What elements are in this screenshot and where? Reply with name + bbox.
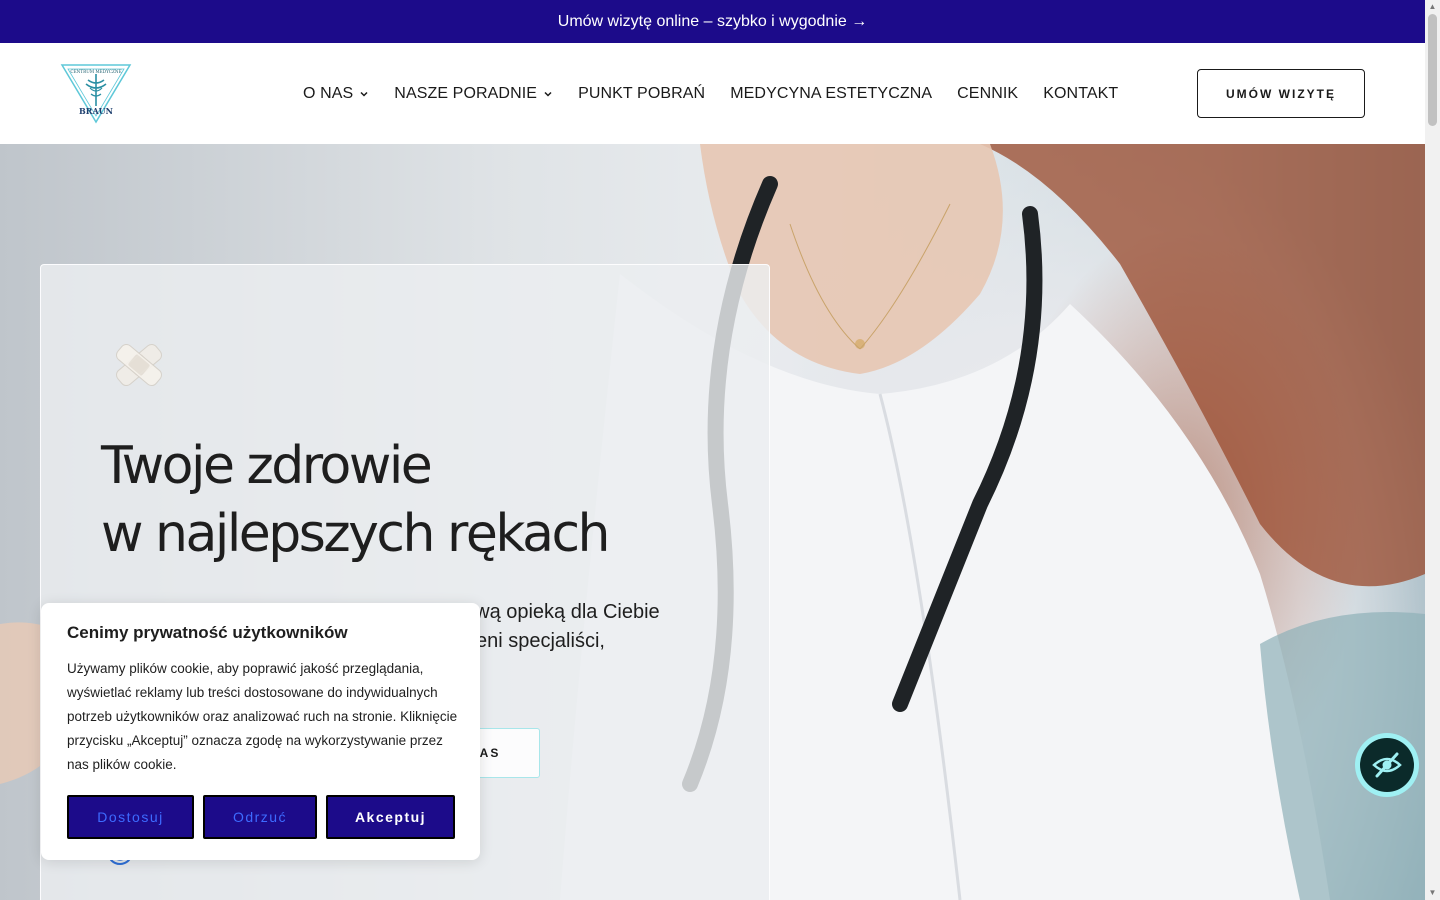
nav-item-kontakt[interactable]: KONTAKT: [1043, 85, 1118, 103]
nav-item-punkt-pobran[interactable]: PUNKT POBRAŃ: [578, 85, 705, 103]
logo-text-top: CENTRUM MEDYCZNE: [70, 69, 121, 74]
nav-item-label: CENNIK: [957, 84, 1019, 102]
hero-title: Twoje zdrowie w najlepszych rękach: [101, 432, 741, 568]
chevron-down-icon: [360, 91, 368, 97]
nav-item-o-nas[interactable]: O NAS: [303, 85, 369, 103]
main-nav: O NAS NASZE PORADNIE PUNKT POBRAŃ MEDYCY…: [303, 43, 1118, 144]
nav-item-nasze-poradnie[interactable]: NASZE PORADNIE: [394, 85, 553, 103]
cookie-consent-dialog: Cenimy prywatność użytkowników Używamy p…: [41, 603, 480, 860]
cookie-customize-button[interactable]: Dostosuj: [67, 795, 194, 839]
eye-slash-icon: [1372, 752, 1402, 778]
nav-item-label: NASZE PORADNIE: [394, 84, 538, 102]
cookie-text: Używamy plików cookie, aby poprawić jako…: [67, 661, 458, 772]
hero-title-line-2: w najlepszych rękach: [101, 504, 611, 564]
bandage-icon: [106, 334, 172, 396]
page-scrollbar[interactable]: ▲ ▼: [1425, 0, 1440, 900]
accessibility-toggle-button[interactable]: [1355, 733, 1419, 797]
announcement-bar: Umów wizytę online – szybko i wygodnie →: [0, 0, 1425, 43]
scroll-up-arrow-icon[interactable]: ▲: [1428, 2, 1437, 11]
site-logo[interactable]: CENTRUM MEDYCZNE BRAUN: [60, 62, 132, 126]
nav-item-medycyna-estetyczna[interactable]: MEDYCYNA ESTETYCZNA: [730, 85, 932, 103]
nav-item-label: O NAS: [303, 84, 354, 102]
scroll-down-arrow-icon[interactable]: ▼: [1428, 888, 1437, 897]
chevron-down-icon: [544, 91, 552, 97]
nav-item-label: KONTAKT: [1043, 84, 1119, 102]
cookie-title: Cenimy prywatność użytkowników: [67, 623, 348, 642]
nav-item-label: PUNKT POBRAŃ: [578, 84, 706, 102]
cookie-reject-button[interactable]: Odrzuć: [203, 795, 317, 839]
nav-item-cennik[interactable]: CENNIK: [957, 85, 1018, 103]
hero-cta-label: AS: [479, 746, 501, 760]
cookie-buttons: Dostosuj Odrzuć Akceptuj: [67, 795, 455, 839]
book-visit-button[interactable]: UMÓW WIZYTĘ: [1197, 69, 1365, 118]
announcement-link[interactable]: Umów wizytę online – szybko i wygodnie →: [558, 13, 867, 31]
scrollbar-thumb[interactable]: [1428, 14, 1437, 126]
hero-title-line-1: Twoje zdrowie: [101, 436, 433, 496]
site-header: CENTRUM MEDYCZNE BRAUN O NAS NASZE PORAD…: [0, 43, 1425, 144]
logo-icon: CENTRUM MEDYCZNE BRAUN: [60, 64, 132, 124]
cookie-accept-button[interactable]: Akceptuj: [326, 795, 455, 839]
logo-text-main: BRAUN: [79, 106, 113, 116]
nav-item-label: MEDYCYNA ESTETYCZNA: [730, 84, 933, 102]
